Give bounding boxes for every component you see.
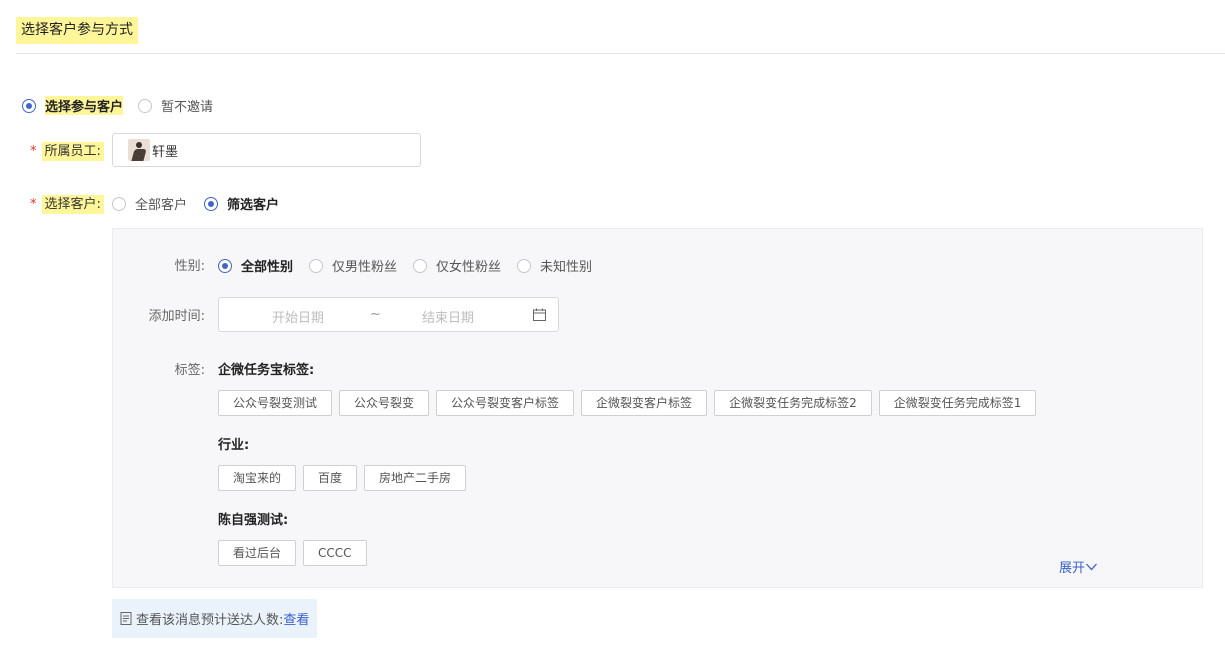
section-divider — [16, 53, 1225, 54]
tag-chip[interactable]: CCCC — [303, 540, 367, 566]
estimate-text: 查看该消息预计送达人数: — [136, 613, 284, 628]
customers-label: 选择客户: — [41, 195, 104, 214]
tag-chip[interactable]: 淘宝来的 — [218, 465, 297, 491]
radio-label: 暂不邀请 — [161, 100, 214, 115]
radio-label: 未知性别 — [540, 260, 593, 275]
section-title: 选择客户参与方式 — [16, 17, 138, 44]
tag-chip[interactable]: 房地产二手房 — [364, 465, 467, 491]
tag-group-row: 公众号裂变测试 公众号裂变 公众号裂变客户标签 企微裂变客户标签 企微裂变任务完… — [218, 390, 1043, 416]
radio-all-genders[interactable]: 全部性别 — [218, 256, 293, 275]
tags-label: 标签: — [174, 363, 205, 378]
estimate-bar: 查看该消息预计送达人数: 查看 — [112, 599, 318, 638]
radio-circle[interactable] — [138, 98, 153, 113]
radio-label: 选择参与客户 — [45, 96, 124, 115]
tag-group-title: 陈自强测试: — [218, 513, 289, 528]
radio-select-customers[interactable]: 选择参与客户 — [22, 96, 124, 115]
employee-label-wrap: * 所属员工: — [30, 140, 104, 161]
chevron-down-icon — [1086, 563, 1097, 570]
tag-group-row: 看过后台 CCCC — [218, 540, 374, 566]
radio-male-only[interactable]: 仅男性粉丝 — [309, 256, 397, 275]
radio-label: 仅女性粉丝 — [436, 260, 502, 275]
required-mark: * — [30, 197, 37, 212]
radio-unknown-gender[interactable]: 未知性别 — [517, 256, 592, 275]
gender-label: 性别: — [174, 259, 205, 274]
employee-field[interactable]: 轩墨 — [112, 133, 421, 167]
expand-button[interactable]: 展开 — [1059, 557, 1097, 576]
radio-circle[interactable] — [204, 196, 219, 211]
radio-circle[interactable] — [517, 258, 532, 273]
tag-group-title: 行业: — [218, 438, 250, 453]
tag-chip[interactable]: 企微裂变任务完成标签2 — [714, 390, 872, 416]
radio-filter-customers[interactable]: 筛选客户 — [204, 194, 279, 213]
participation-radio-group: 选择参与客户 暂不邀请 — [22, 96, 213, 115]
radio-circle[interactable] — [309, 258, 324, 273]
date-range-picker[interactable]: 开始日期 ~ 结束日期 — [218, 297, 559, 332]
tag-group-row: 淘宝来的 百度 房地产二手房 — [218, 465, 473, 491]
tag-group-title: 企微任务宝标签: — [218, 363, 315, 378]
tag-chip[interactable]: 看过后台 — [218, 540, 297, 566]
customers-radio-group: 全部客户 筛选客户 — [112, 194, 279, 213]
radio-all-customers[interactable]: 全部客户 — [112, 194, 187, 213]
tag-chip[interactable]: 企微裂变客户标签 — [581, 390, 708, 416]
radio-circle[interactable] — [22, 98, 36, 113]
radio-label: 筛选客户 — [227, 198, 280, 213]
tag-chip[interactable]: 企微裂变任务完成标签1 — [878, 390, 1037, 416]
calendar-icon[interactable] — [533, 308, 546, 321]
start-date-input[interactable]: 开始日期 — [272, 307, 324, 326]
end-date-input[interactable]: 结束日期 — [422, 307, 474, 326]
radio-female-only[interactable]: 仅女性粉丝 — [413, 256, 501, 275]
tag-chip[interactable]: 公众号裂变 — [339, 390, 430, 416]
expand-label: 展开 — [1059, 561, 1086, 576]
radio-label: 全部客户 — [135, 198, 188, 213]
tag-chip[interactable]: 百度 — [303, 465, 358, 491]
tag-chip[interactable]: 公众号裂变测试 — [218, 390, 333, 416]
required-mark: * — [30, 144, 37, 159]
employee-avatar — [128, 139, 150, 161]
radio-label: 仅男性粉丝 — [332, 260, 398, 275]
document-icon — [120, 612, 132, 625]
filter-panel: 性别: 全部性别 仅男性粉丝 仅女性粉丝 未知性别 添加时间: 开始日期 ~ 结… — [112, 228, 1203, 588]
radio-no-invite[interactable]: 暂不邀请 — [138, 96, 213, 115]
radio-label: 全部性别 — [241, 260, 294, 275]
radio-circle[interactable] — [112, 196, 126, 211]
employee-label: 所属员工: — [41, 142, 104, 161]
employee-name: 轩墨 — [152, 144, 179, 160]
customers-label-wrap: * 选择客户: — [30, 193, 104, 214]
date-separator: ~ — [370, 307, 381, 322]
gender-radio-group: 全部性别 仅男性粉丝 仅女性粉丝 未知性别 — [218, 256, 592, 275]
add-time-label: 添加时间: — [148, 309, 205, 324]
radio-circle[interactable] — [413, 258, 428, 273]
radio-circle[interactable] — [218, 258, 232, 273]
estimate-link[interactable]: 查看 — [283, 609, 309, 628]
tag-chip[interactable]: 公众号裂变客户标签 — [436, 390, 575, 416]
